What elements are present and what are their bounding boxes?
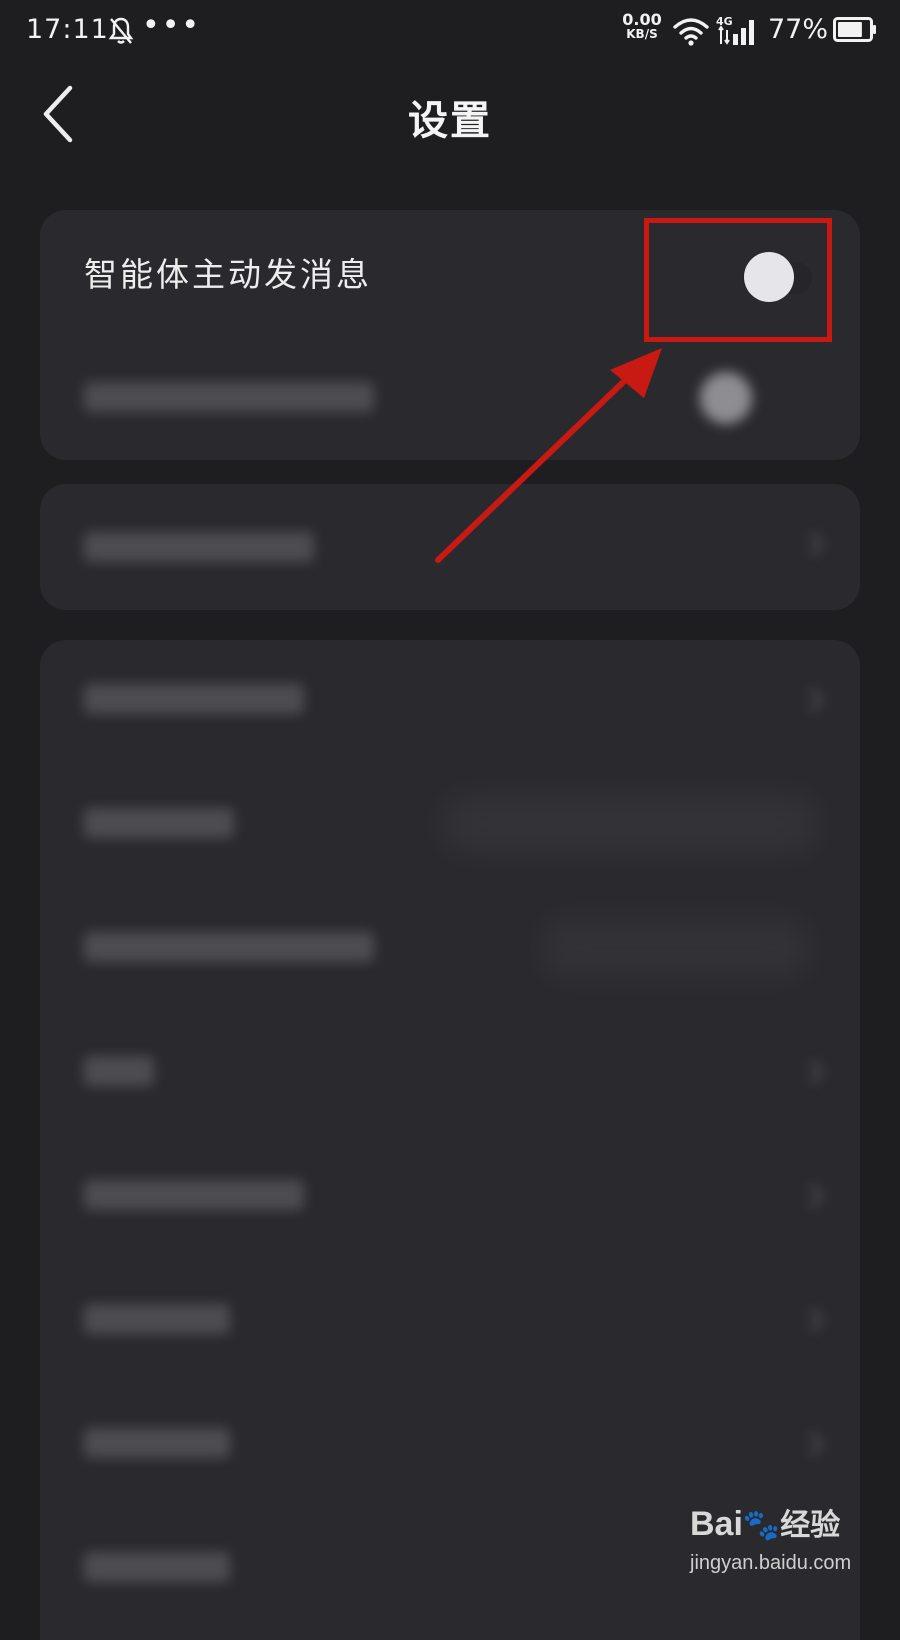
blurred-label [84,1056,154,1086]
chevron-right-icon [809,1307,824,1333]
battery-icon [833,17,876,42]
chevron-right-icon [809,687,824,713]
status-bar: 17:11 ••• 0.00 KB/S 4G 77% [0,0,900,64]
watermark-logo-text: Bai [690,1505,743,1543]
setting-row-blurred[interactable] [40,764,860,888]
watermark-logo: Bai🐾经验 [690,1500,840,1544]
setting-row-blurred[interactable] [40,1136,860,1260]
highlight-box [644,218,832,342]
wifi-icon [673,18,709,46]
bell-off-icon [108,17,134,44]
watermark-url: jingyan.baidu.com [690,1552,852,1574]
battery-percent: 77% [768,14,829,45]
blurred-label [84,1180,304,1210]
blurred-label [84,808,234,838]
watermark-logo-tail: 经验 [780,1509,841,1542]
settings-card-3 [40,640,860,1640]
setting-row-blurred[interactable] [40,640,860,764]
status-time: 17:11 [26,14,109,45]
chevron-right-icon [809,1059,824,1085]
blurred-toggle [700,372,752,424]
setting-row-blurred[interactable] [40,1384,860,1508]
blurred-label [84,684,304,714]
blurred-value [540,918,810,978]
chevron-right-icon [809,1431,824,1457]
annotation-arrow-icon [435,348,662,563]
network-speed-value: 0.00 [622,10,662,29]
setting-row-blurred[interactable] [40,1260,860,1384]
proactive-messages-label: 智能体主动发消息 [84,255,372,294]
setting-row-blurred[interactable] [40,888,860,1012]
chevron-right-icon [809,1183,824,1209]
cell-signal-icon: 4G [716,15,754,45]
page-title: 设置 [408,98,492,144]
paw-icon: 🐾 [742,1509,781,1542]
blurred-label [84,382,374,412]
blurred-label [84,932,374,962]
more-notifications-icon: ••• [142,8,202,43]
chevron-right-icon [809,531,824,557]
blurred-label [84,1552,230,1582]
watermark: Bai🐾经验 jingyan.baidu.com [690,1500,890,1590]
network-speed: 0.00 KB/S [620,12,664,42]
network-speed-unit: KB/S [626,27,658,41]
blurred-label [84,1428,230,1458]
network-type: 4G [716,15,733,28]
blurred-label [84,1304,230,1334]
setting-row-blurred[interactable] [40,1012,860,1136]
blurred-value [440,794,820,854]
blurred-label [84,532,314,562]
